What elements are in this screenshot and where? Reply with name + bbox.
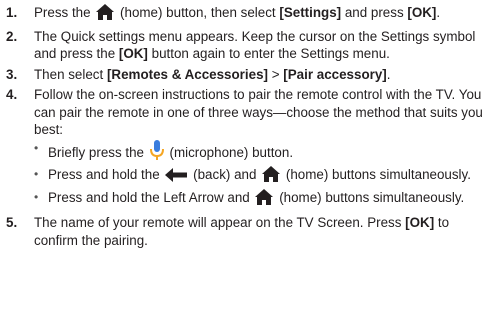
bullet: • bbox=[34, 189, 39, 204]
option-text: Press and hold the Left Arrow and (home)… bbox=[48, 188, 496, 210]
ok-label: [OK] bbox=[407, 5, 437, 20]
step-text: Follow the on-screen instructions to pai… bbox=[34, 86, 496, 211]
ok-label: [OK] bbox=[405, 215, 435, 230]
step-3: 3. Then select [Remotes & Accessories] >… bbox=[6, 66, 496, 84]
step-text: Press the (home) button, then select [Se… bbox=[34, 4, 496, 25]
step-2: 2. The Quick settings menu appears. Keep… bbox=[6, 28, 496, 63]
list-item: • Briefly press the (microphone) button. bbox=[34, 139, 496, 165]
step-number: 1. bbox=[6, 5, 18, 20]
remotes-accessories-label: [Remotes & Accessories] bbox=[106, 66, 268, 82]
home-icon bbox=[96, 4, 115, 25]
ok-label: [OK] bbox=[118, 46, 148, 61]
step-3-text-a: Then select bbox=[34, 66, 104, 82]
option-2-after: (home) buttons simultaneously. bbox=[285, 167, 471, 182]
option-text: Briefly press the (microphone) button. bbox=[48, 139, 496, 165]
step-5-text-a: The name of your remote will appear on t… bbox=[34, 215, 402, 230]
step-text: The Quick settings menu appears. Keep th… bbox=[34, 28, 496, 63]
microphone-icon bbox=[149, 139, 164, 165]
step-4: 4. Follow the on-screen instructions to … bbox=[6, 86, 496, 211]
path-separator: > bbox=[271, 66, 280, 82]
step-number: 2. bbox=[6, 28, 18, 44]
step-1: 1. Press the (home) button, then select … bbox=[6, 4, 496, 25]
step-5: 5. The name of your remote will appear o… bbox=[6, 214, 496, 249]
option-1-before: Briefly press the bbox=[48, 144, 145, 160]
option-1-after: (microphone) button. bbox=[169, 144, 294, 160]
step-1-and-press: and press bbox=[344, 5, 404, 20]
step-text: The name of your remote will appear on t… bbox=[34, 214, 496, 249]
option-3-before: Press and hold the Left Arrow and bbox=[48, 189, 250, 205]
option-3-after: (home) buttons simultaneously. bbox=[279, 189, 465, 205]
step-number: 5. bbox=[6, 215, 18, 230]
back-arrow-icon bbox=[165, 168, 188, 187]
option-text: Press and hold the (back) and (home) but… bbox=[48, 166, 496, 187]
step-1-text-before: Press the bbox=[34, 5, 91, 20]
instruction-page: 1. Press the (home) button, then select … bbox=[0, 0, 502, 319]
pair-accessory-label: [Pair accessory] bbox=[283, 66, 387, 82]
option-2-middle: (back) and bbox=[193, 167, 257, 182]
home-icon bbox=[255, 188, 274, 210]
step-4-text: Follow the on-screen instructions to pai… bbox=[34, 87, 483, 137]
pairing-options-list: • Briefly press the (microphone) button. bbox=[34, 139, 496, 210]
period: . bbox=[386, 66, 391, 82]
step-2-text-b: button again to enter the Settings menu. bbox=[151, 46, 390, 61]
list-item: • Press and hold the (back) and (home) b… bbox=[34, 166, 496, 187]
step-number: 3. bbox=[6, 66, 18, 82]
step-1-text-after: (home) button, then select bbox=[120, 5, 276, 20]
step-number: 4. bbox=[6, 87, 18, 102]
step-text: Then select [Remotes & Accessories] > [P… bbox=[34, 66, 496, 84]
settings-label: [Settings] bbox=[279, 5, 342, 20]
option-2-before: Press and hold the bbox=[48, 167, 160, 182]
home-icon bbox=[262, 166, 281, 187]
list-item: • Press and hold the Left Arrow and (hom… bbox=[34, 188, 496, 210]
period: . bbox=[436, 5, 441, 20]
bullet: • bbox=[34, 167, 39, 181]
bullet: • bbox=[34, 140, 39, 155]
